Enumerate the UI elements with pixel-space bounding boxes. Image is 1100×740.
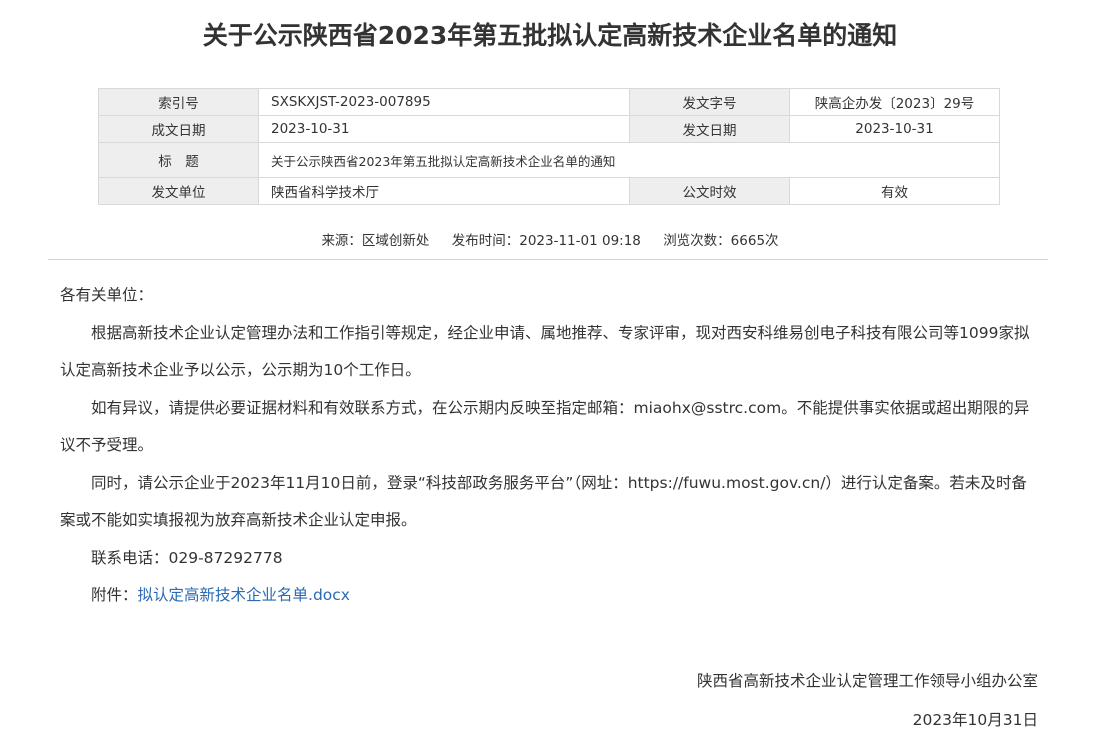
index-value: SXSKXJST-2023-007895 (258, 88, 630, 116)
signature-org: 陕西省高新技术企业认定管理工作领导小组办公室 (696, 672, 1038, 690)
subject-value: 关于公示陕西省2023年第五批拟认定高新技术企业名单的通知 (258, 142, 1000, 178)
source-text: 来源：区域创新处 (321, 233, 430, 249)
date-label: 成文日期 (98, 115, 259, 143)
docno-value: 陕高企办发〔2023〕29号 (789, 88, 1000, 116)
attachment-link[interactable]: 拟认定高新技术企业名单.docx (138, 586, 350, 604)
date-value: 2023-10-31 (258, 115, 630, 143)
article-body: 各有关单位： 根据高新技术企业认定管理办法和工作指引等规定，经企业申请、属地推荐… (60, 277, 1042, 615)
unit-value: 陕西省科学技术厅 (258, 177, 630, 205)
table-row: 索引号 SXSKXJST-2023-007895 发文字号 陕高企办发〔2023… (98, 88, 1000, 116)
attachment-line: 附件：拟认定高新技术企业名单.docx (60, 577, 1042, 615)
paragraph: 根据高新技术企业认定管理办法和工作指引等规定，经企业申请、属地推荐、专家评审，现… (60, 323, 1030, 380)
salutation: 各有关单位： (60, 286, 154, 304)
paragraph: 同时，请公示企业于2023年11月10日前，登录“科技部政务服务平台”（网址：h… (60, 473, 1027, 530)
table-row: 发文单位 陕西省科学技术厅 公文时效 有效 (98, 177, 1000, 205)
document-info-table: 索引号 SXSKXJST-2023-007895 发文字号 陕高企办发〔2023… (98, 88, 1000, 205)
unit-label: 发文单位 (98, 177, 259, 205)
contact-phone: 联系电话：029-87292778 (91, 548, 283, 567)
issue-date-value: 2023-10-31 (789, 115, 1000, 143)
index-label: 索引号 (98, 88, 259, 116)
divider (48, 259, 1048, 260)
issue-date-label: 发文日期 (629, 115, 790, 143)
paragraph: 如有异议，请提供必要证据材料和有效联系方式，在公示期内反映至指定邮箱：miaoh… (60, 398, 1030, 455)
subject-label: 标 题 (98, 142, 259, 178)
publish-time: 发布时间：2023-11-01 09:18 (451, 233, 641, 249)
view-count: 浏览次数：6665次 (663, 233, 779, 249)
signature-date: 2023年10月31日 (912, 711, 1038, 729)
table-row: 标 题 关于公示陕西省2023年第五批拟认定高新技术企业名单的通知 (98, 142, 1000, 178)
signature-block: 陕西省高新技术企业认定管理工作领导小组办公室 2023年10月31日 (697, 662, 1038, 740)
page-title: 关于公示陕西省2023年第五批拟认定高新技术企业名单的通知 (202, 21, 898, 50)
validity-label: 公文时效 (629, 177, 790, 205)
table-row: 成文日期 2023-10-31 发文日期 2023-10-31 (98, 115, 1000, 143)
docno-label: 发文字号 (629, 88, 790, 116)
article-meta: 来源：区域创新处 发布时间：2023-11-01 09:18 浏览次数：6665… (0, 229, 1100, 249)
attachment-label: 附件： (91, 586, 138, 604)
validity-value: 有效 (789, 177, 1000, 205)
